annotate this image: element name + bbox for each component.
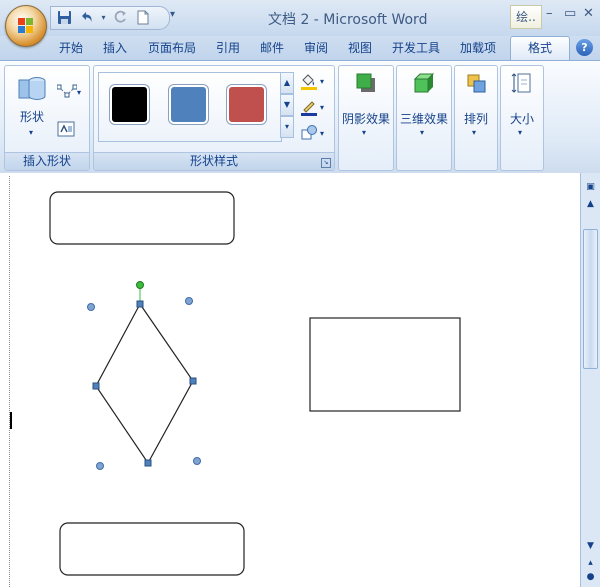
ruler-toggle-icon[interactable]: ▣ <box>583 180 598 194</box>
corner-handle-top-left[interactable] <box>87 303 95 311</box>
scroll-up-icon[interactable]: ▲ <box>583 197 598 211</box>
rotation-handle[interactable] <box>136 281 144 289</box>
previous-page-icon[interactable]: ▴ <box>583 556 598 570</box>
corner-handle-bottom-right[interactable] <box>193 457 201 465</box>
select-browse-object-icon[interactable]: ● <box>583 570 598 584</box>
resize-handle-right[interactable] <box>189 377 197 385</box>
scroll-down-icon[interactable]: ▼ <box>583 539 598 553</box>
resize-handle-top[interactable] <box>136 300 144 308</box>
diamond-shape[interactable] <box>95 302 194 465</box>
resize-handle-left[interactable] <box>92 382 100 390</box>
scroll-thumb[interactable] <box>583 229 598 369</box>
resize-handle-bottom[interactable] <box>144 459 152 467</box>
office-button[interactable] <box>5 5 47 47</box>
corner-handle-top-right[interactable] <box>185 297 193 305</box>
drawing-canvas <box>49 191 461 576</box>
rectangle-right[interactable] <box>309 317 461 412</box>
corner-handle-bottom-left[interactable] <box>96 462 104 470</box>
rounded-rectangle-top[interactable] <box>49 191 235 245</box>
office-logo-icon <box>18 18 34 34</box>
rounded-rectangle-bottom[interactable] <box>59 522 245 576</box>
vertical-scrollbar[interactable]: ▣ ▲ ▼ ▴ ● <box>580 173 600 587</box>
